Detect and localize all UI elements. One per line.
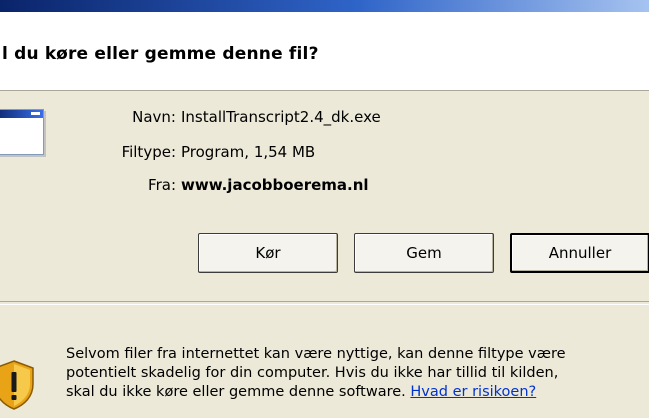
file-type-label: Filtype:: [121, 143, 176, 161]
file-source-row: Fra: www.jacobboerema.nl: [0, 176, 649, 198]
file-download-dialog: l du køre eller gemme denne fil? Navn: I…: [0, 0, 649, 418]
warning-line-2: potentielt skadelig for din computer. Hv…: [66, 365, 559, 381]
warning-line-3-text: skal du ikke køre eller gemme denne soft…: [66, 384, 406, 400]
security-shield-warning-icon: [0, 360, 34, 410]
risk-info-link[interactable]: Hvad er risikoen?: [410, 384, 536, 400]
run-button[interactable]: Kør: [198, 233, 338, 273]
warning-line-3: skal du ikke køre eller gemme denne soft…: [66, 383, 649, 402]
file-name-value: InstallTranscript2.4_dk.exe: [181, 108, 381, 126]
security-warning-text: Selvom filer fra internettet kan være ny…: [66, 345, 649, 402]
file-name-row: Navn: InstallTranscript2.4_dk.exe: [0, 108, 649, 130]
separator: [0, 301, 649, 305]
file-source-value: www.jacobboerema.nl: [181, 176, 369, 194]
file-type-value: Program, 1,54 MB: [181, 143, 316, 161]
warning-line-1: Selvom filer fra internettet kan være ny…: [66, 346, 566, 362]
file-name-label: Navn:: [132, 108, 176, 126]
save-button[interactable]: Gem: [354, 233, 494, 273]
file-type-row: Filtype: Program, 1,54 MB: [0, 143, 649, 165]
cancel-button[interactable]: Annuller: [510, 233, 649, 273]
file-source-label: Fra:: [148, 176, 176, 194]
dialog-question: l du køre eller gemme denne fil?: [2, 44, 319, 64]
title-bar[interactable]: [0, 0, 649, 12]
